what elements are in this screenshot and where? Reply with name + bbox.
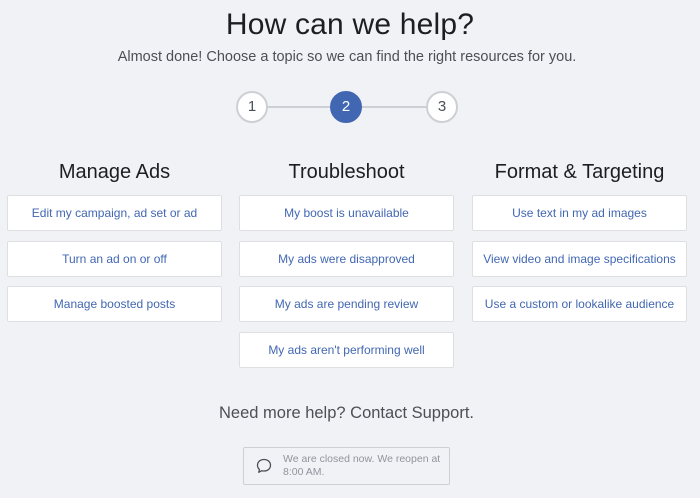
option-ads-pending-review[interactable]: My ads are pending review xyxy=(239,286,454,322)
option-manage-boosted-posts[interactable]: Manage boosted posts xyxy=(7,286,222,322)
column-title: Format & Targeting xyxy=(494,161,665,183)
option-ads-not-performing[interactable]: My ads aren't performing well xyxy=(239,332,454,368)
chat-bubble-icon xyxy=(256,458,272,474)
column-troubleshoot: Troubleshoot My boost is unavailable My … xyxy=(239,158,454,368)
page-subtitle: Almost done! Choose a topic so we can fi… xyxy=(117,49,577,65)
option-text-in-images[interactable]: Use text in my ad images xyxy=(472,195,687,231)
option-video-image-specs[interactable]: View video and image specifications xyxy=(472,241,687,277)
option-boost-unavailable[interactable]: My boost is unavailable xyxy=(239,195,454,231)
step-2-active: 2 xyxy=(330,91,362,123)
support-status-box: We are closed now. We reopen at 8:00 AM. xyxy=(243,447,450,485)
column-title: Manage Ads xyxy=(58,161,171,183)
step-connector xyxy=(360,106,428,108)
column-format-targeting: Format & Targeting Use text in my ad ima… xyxy=(472,158,687,322)
step-1: 1 xyxy=(236,91,268,123)
option-custom-audience[interactable]: Use a custom or lookalike audience xyxy=(472,286,687,322)
contact-support-heading[interactable]: Need more help? Contact Support. xyxy=(0,404,693,423)
progress-stepper: 1 2 3 xyxy=(236,91,458,123)
column-title: Troubleshoot xyxy=(288,161,405,183)
support-status-text: We are closed now. We reopen at 8:00 AM. xyxy=(283,453,441,478)
option-turn-ad-on-off[interactable]: Turn an ad on or off xyxy=(7,241,222,277)
page-title: How can we help? xyxy=(225,8,475,41)
step-3: 3 xyxy=(426,91,458,123)
step-connector xyxy=(266,106,330,108)
option-edit-campaign[interactable]: Edit my campaign, ad set or ad xyxy=(7,195,222,231)
option-ads-disapproved[interactable]: My ads were disapproved xyxy=(239,241,454,277)
column-manage-ads: Manage Ads Edit my campaign, ad set or a… xyxy=(7,158,222,322)
